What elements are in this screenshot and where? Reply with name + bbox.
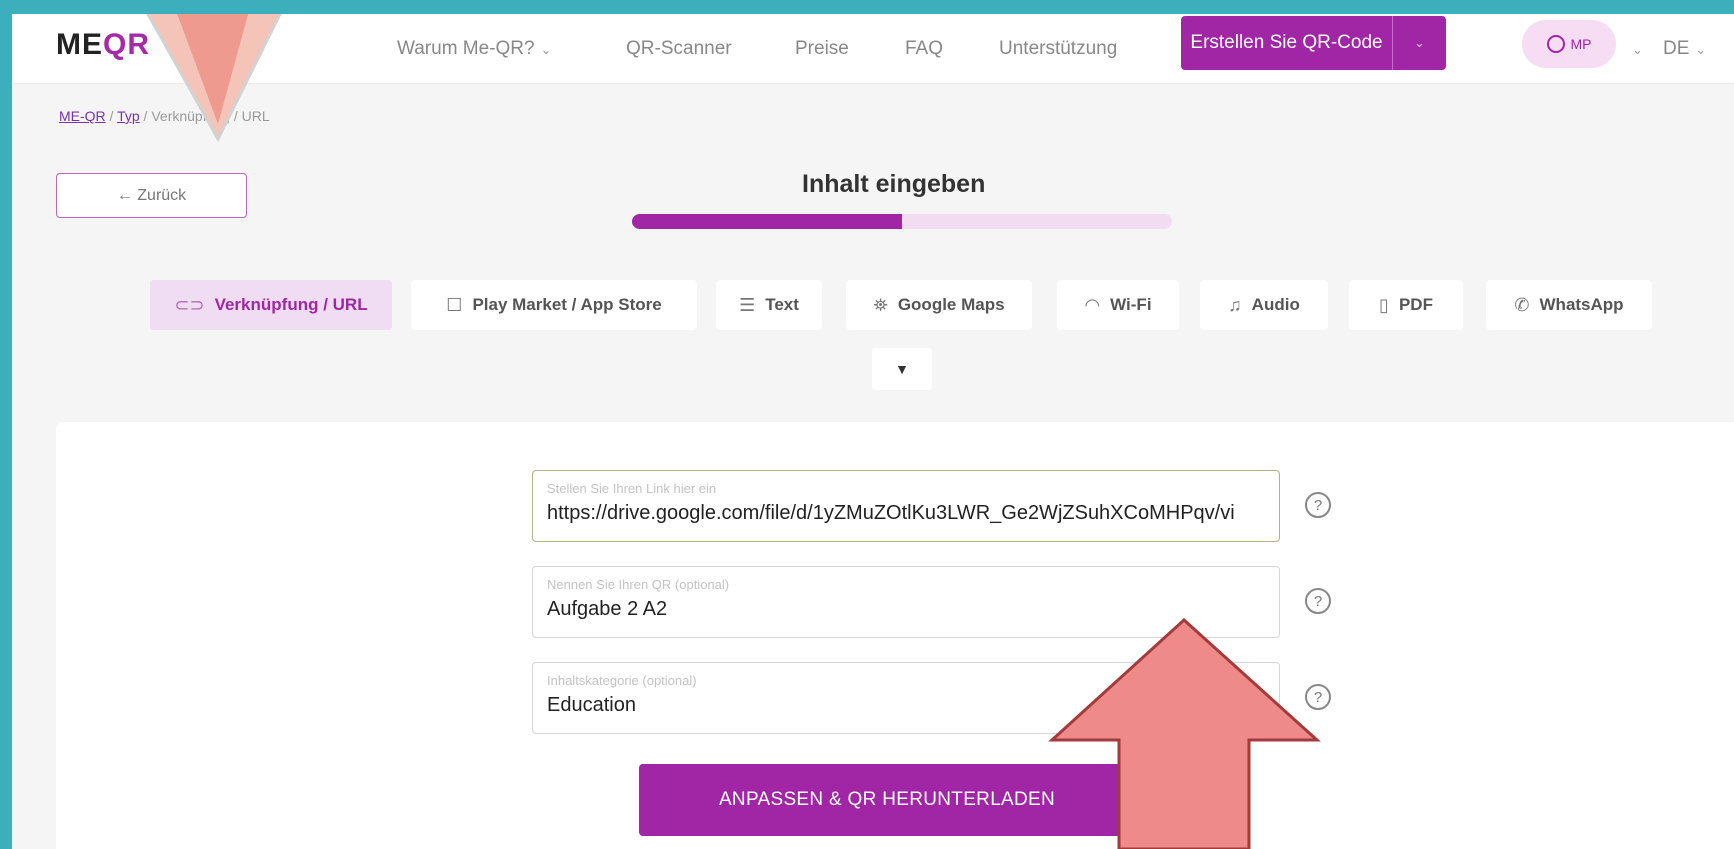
content-form-panel: Stellen Sie Ihren Link hier ein https://… — [56, 422, 1734, 849]
content-category-label: Inhaltskategorie (optional) — [547, 673, 697, 688]
breadcrumb-current: URL — [241, 108, 270, 124]
nav-qr-scanner[interactable]: QR-Scanner — [626, 38, 732, 60]
link-icon: ⊂⊃ — [174, 294, 205, 315]
tab-label: Verknüpfung / URL — [214, 295, 368, 314]
tab-whatsapp[interactable]: ✆ WhatsApp — [1486, 280, 1652, 330]
chevron-down-icon: ⌄ — [540, 42, 552, 57]
breadcrumb-separator: / — [139, 108, 152, 124]
breadcrumb-separator: / — [105, 108, 118, 124]
nav-why-me-qr[interactable]: Warum Me-QR? ⌄ — [397, 38, 552, 60]
qr-name-field[interactable]: Nennen Sie Ihren QR (optional) Aufgabe 2… — [532, 566, 1280, 638]
browser-viewport: MEQR Warum Me-QR? ⌄ QR-Scanner Preise FAQ… — [12, 14, 1734, 849]
language-label: DE — [1663, 38, 1690, 59]
breadcrumb-separator: / — [229, 108, 242, 124]
tab-label: Play Market / App Store — [472, 295, 662, 314]
tab-audio[interactable]: ♫ Audio — [1200, 280, 1328, 330]
create-qr-code-button[interactable]: Erstellen Sie QR-Code ⌄ — [1181, 16, 1446, 70]
user-icon — [1546, 35, 1565, 53]
tab-label: Wi-Fi — [1110, 295, 1152, 314]
logo-prefix: ME — [56, 28, 103, 61]
tab-label: Google Maps — [897, 295, 1005, 314]
language-selector[interactable]: DE ⌄ — [1663, 38, 1706, 60]
tab-text[interactable]: ☰ Text — [716, 280, 822, 330]
user-initials: MP — [1570, 36, 1592, 52]
chevron-down-icon: ⌄ — [1695, 42, 1707, 57]
progress-fill — [632, 214, 902, 229]
step-title: Inhalt eingeben — [802, 170, 986, 198]
caret-down-icon: ▼ — [895, 361, 909, 377]
create-dropdown-toggle[interactable]: ⌄ — [1392, 16, 1446, 70]
tab-label: PDF — [1398, 295, 1433, 314]
nav-faq-label: FAQ — [905, 38, 944, 59]
breadcrumb-home[interactable]: ME-QR — [59, 108, 106, 124]
nav-pricing-label: Preise — [795, 38, 849, 59]
tab-label: Audio — [1251, 295, 1300, 314]
text-icon: ☰ — [739, 294, 756, 315]
app-store-icon: ☐ — [446, 294, 463, 315]
more-types-button[interactable]: ▼ — [872, 348, 932, 390]
link-input-label: Stellen Sie Ihren Link hier ein — [547, 481, 717, 496]
nav-qr-scanner-label: QR-Scanner — [626, 38, 732, 59]
qr-name-label: Nennen Sie Ihren QR (optional) — [547, 577, 730, 592]
tab-app-store[interactable]: ☐ Play Market / App Store — [411, 280, 697, 330]
nav-why-me-qr-label: Warum Me-QR? — [397, 38, 535, 59]
progress-bar — [632, 214, 1172, 229]
wifi-icon: ◠ — [1084, 294, 1101, 315]
chevron-down-icon[interactable]: ⌄ — [1632, 42, 1643, 58]
breadcrumb-type[interactable]: Typ — [117, 108, 140, 124]
logo[interactable]: MEQR — [56, 28, 150, 62]
music-icon: ♫ — [1228, 294, 1242, 315]
link-input-value[interactable]: https://drive.google.com/file/d/1yZMuZOt… — [547, 502, 1265, 525]
breadcrumb: ME-QR / Typ / Verknüpfung / URL — [59, 108, 270, 124]
customize-download-button[interactable]: ANPASSEN & QR HERUNTERLADEN — [639, 764, 1135, 836]
tab-link-url[interactable]: ⊂⊃ Verknüpfung / URL — [150, 280, 392, 330]
site-header: MEQR Warum Me-QR? ⌄ QR-Scanner Preise FAQ… — [12, 14, 1734, 84]
qr-name-value[interactable]: Aufgabe 2 A2 — [547, 598, 1265, 621]
content-category-field[interactable]: Inhaltskategorie (optional) Education — [532, 662, 1280, 734]
tab-google-maps[interactable]: ⛯ Google Maps — [846, 280, 1032, 330]
back-button[interactable]: ← Zurück — [56, 173, 247, 218]
nav-faq[interactable]: FAQ — [905, 38, 943, 60]
tab-wifi[interactable]: ◠ Wi-Fi — [1057, 280, 1179, 330]
help-icon[interactable]: ? — [1305, 684, 1331, 710]
map-pin-icon: ⛯ — [873, 294, 888, 315]
tab-pdf[interactable]: ▯ PDF — [1349, 280, 1463, 330]
create-qr-code-label: Erstellen Sie QR-Code — [1190, 32, 1383, 53]
tab-label: Text — [765, 295, 799, 314]
nav-support-label: Unterstützung — [999, 38, 1118, 59]
content-category-value[interactable]: Education — [547, 694, 1265, 717]
nav-support[interactable]: Unterstützung — [999, 38, 1117, 60]
help-icon[interactable]: ? — [1305, 588, 1331, 614]
tab-label: WhatsApp — [1539, 295, 1624, 314]
chevron-down-icon: ⌄ — [1414, 35, 1425, 50]
link-input-field[interactable]: Stellen Sie Ihren Link hier ein https://… — [532, 470, 1280, 542]
nav-pricing[interactable]: Preise — [795, 38, 849, 60]
whatsapp-icon: ✆ — [1514, 294, 1530, 315]
help-icon[interactable]: ? — [1305, 492, 1331, 518]
pdf-icon: ▯ — [1379, 294, 1389, 315]
logo-suffix: QR — [103, 28, 150, 61]
breadcrumb-link: Verknüpfung — [151, 108, 230, 124]
user-avatar-button[interactable]: MP — [1522, 20, 1616, 68]
